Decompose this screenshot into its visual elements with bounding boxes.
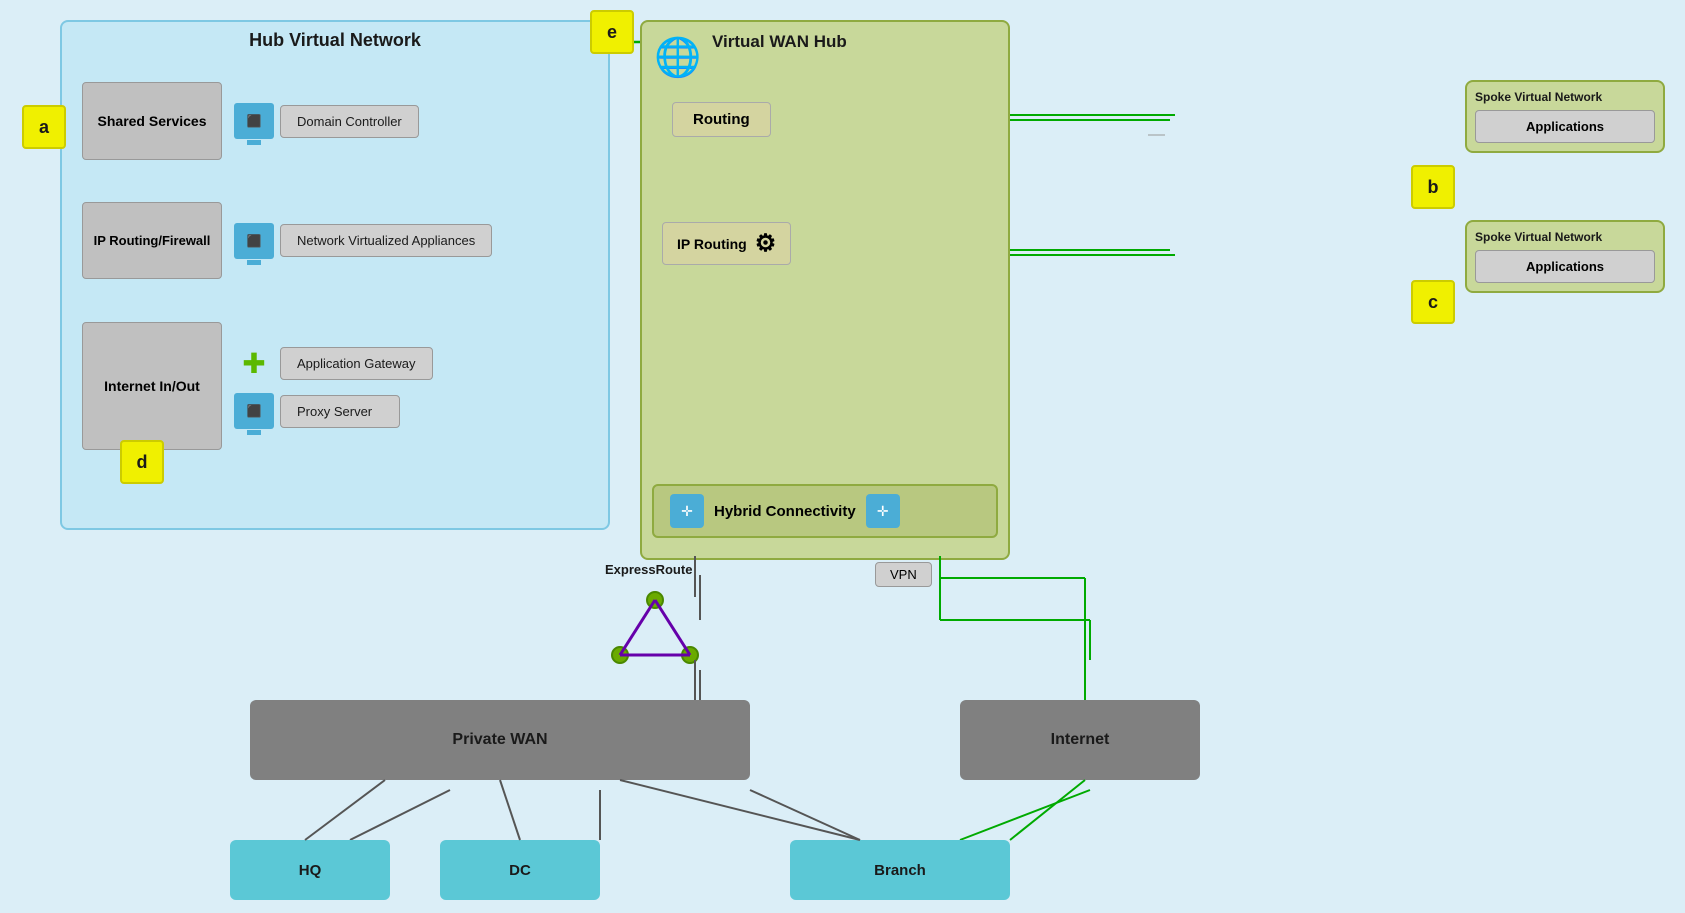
app-gateway-box: Application Gateway (280, 347, 433, 380)
network-virtualized-box: Network Virtualized Appliances (280, 224, 492, 257)
shared-services-icon: ⬛ (234, 103, 274, 139)
shared-services-label: Shared Services (98, 113, 207, 129)
ip-routing-icon: ⬛ (234, 223, 274, 259)
proxy-server-box: Proxy Server (280, 395, 400, 428)
internet-inout-row: Internet In/Out ✚ Application Gateway ⬛ (82, 322, 433, 450)
routing-box: Routing (672, 102, 771, 137)
spoke-vnet-1-app: Applications (1475, 110, 1655, 143)
spoke-vnet-2-title: Spoke Virtual Network (1475, 230, 1655, 244)
diagram-container: Hub Virtual Network Shared Services ⬛ Do… (0, 0, 1685, 913)
badge-e: e (590, 10, 634, 54)
vpn-label: VPN (875, 562, 932, 587)
badge-b: b (1411, 165, 1455, 209)
network-virtualized-label: Network Virtualized Appliances (297, 233, 475, 248)
private-wan-box: Private WAN (250, 700, 750, 780)
wan-hub-globe-icon: 🌐 (652, 32, 704, 84)
shared-services-row: Shared Services ⬛ Domain Controller (82, 82, 419, 160)
internet-box: Internet (960, 700, 1200, 780)
hybrid-lock-icon-right: ✛ (866, 494, 900, 528)
proxy-server-icon: ⬛ (234, 393, 274, 429)
ip-routing-wan-label: IP Routing (677, 236, 747, 252)
ip-routing-wan-box: IP Routing ⚙ (662, 222, 791, 265)
spoke-vnet-2-app: Applications (1475, 250, 1655, 283)
badge-d: d (120, 440, 164, 484)
spoke-vnet-1: Spoke Virtual Network Applications (1465, 80, 1665, 153)
spoke-vnet-1-title: Spoke Virtual Network (1475, 90, 1655, 104)
wan-hub-box: 🌐 Virtual WAN Hub Routing IP Routing ⚙ ✛… (640, 20, 1010, 560)
badge-a: a (22, 105, 66, 149)
hybrid-lock-icon-left: ✛ (670, 494, 704, 528)
domain-controller-label: Domain Controller (297, 114, 402, 129)
hybrid-connectivity-box: ✛ Hybrid Connectivity ✛ (652, 484, 998, 538)
badge-c: c (1411, 280, 1455, 324)
expressroute-triangle (610, 590, 730, 670)
domain-controller-box: Domain Controller (280, 105, 419, 138)
dc-endpoint: DC (440, 840, 600, 900)
app-gateway-icon: ✚ (234, 343, 274, 383)
hq-endpoint: HQ (230, 840, 390, 900)
proxy-server-label: Proxy Server (297, 404, 372, 419)
hybrid-connectivity-label: Hybrid Connectivity (714, 503, 856, 520)
hub-vnet-title: Hub Virtual Network (62, 22, 608, 59)
internet-inout-label: Internet In/Out (104, 378, 200, 394)
spoke-vnet-2: Spoke Virtual Network Applications (1465, 220, 1665, 293)
ip-routing-firewall-label: IP Routing/Firewall (94, 233, 211, 248)
ip-routing-icon: ⚙ (755, 229, 777, 258)
ip-routing-firewall-row: IP Routing/Firewall ⬛ Network Virtualize… (82, 202, 492, 279)
expressroute-label: ExpressRoute (605, 562, 692, 577)
app-gateway-label: Application Gateway (297, 356, 416, 371)
branch-endpoint: Branch (790, 840, 1010, 900)
